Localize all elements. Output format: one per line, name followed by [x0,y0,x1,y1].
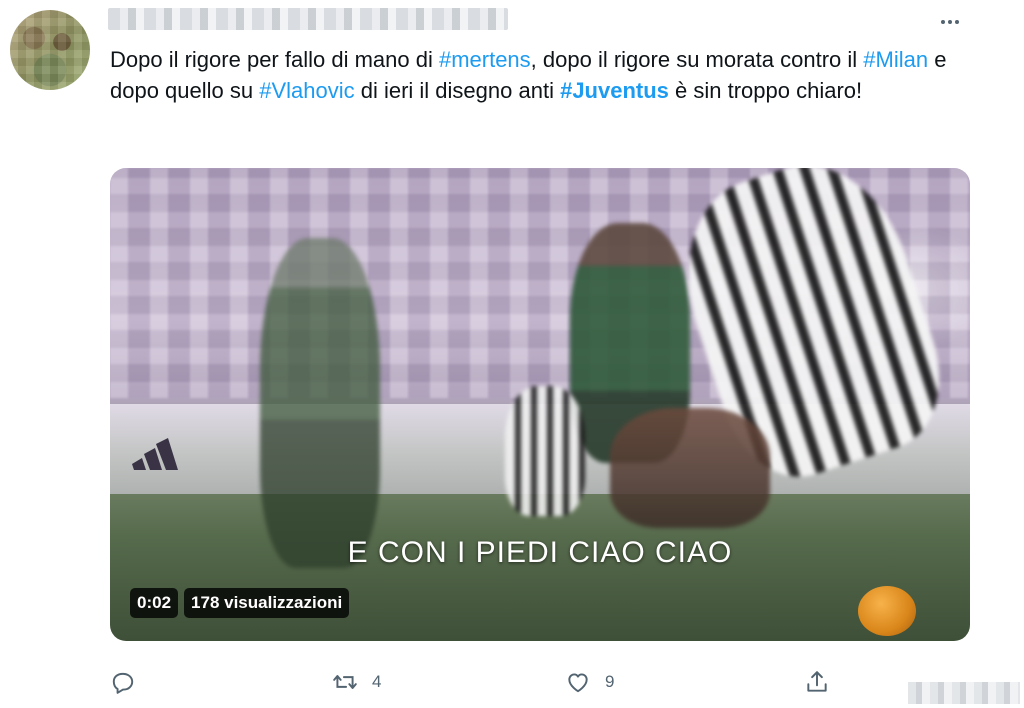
like-icon [568,673,588,693]
hashtag-mertens[interactable]: #mertens [439,47,531,72]
video-player-figure [505,386,585,516]
watermark-blurred [908,682,1020,704]
more-options-icon[interactable] [936,12,964,32]
tweet-text-part: , dopo il rigore su morata contro il [530,47,864,72]
video-ball [858,586,916,636]
video-player-figure [260,238,380,568]
retweet-icon [333,675,357,689]
retweet-count: 4 [372,672,382,691]
tweet-text: Dopo il rigore per fallo di mano di #mer… [110,44,990,106]
tweet-actions: 4 9 [110,664,990,700]
tweet-text-part: Dopo il rigore per fallo di mano di [110,47,439,72]
video-views-badge: 178 visualizzazioni [184,588,350,618]
video-caption: E CON I PIEDI CIAO CIAO [347,536,733,569]
share-icon [807,671,827,692]
video-badges: 0:02 178 visualizzazioni [130,588,350,618]
tweet-text-part: di ieri il disegno anti [354,78,561,103]
adidas-logo-icon [132,438,178,470]
hashtag-vlahovic[interactable]: #Vlahovic [259,78,354,103]
reply-icon [112,672,134,694]
hashtag-milan[interactable]: #Milan [863,47,928,72]
video-duration-badge: 0:02 [130,588,179,618]
hashtag-juventus[interactable]: #Juventus [560,78,669,103]
reply-button[interactable] [110,664,150,700]
tweet-text-part: è sin troppo chiaro! [668,78,863,103]
video-player-figure [610,408,770,528]
like-count: 9 [605,672,615,691]
avatar[interactable] [10,10,90,90]
video-player[interactable]: E CON I PIEDI CIAO CIAO 0:02 178 visuali… [110,168,970,641]
like-button[interactable]: 9 [565,664,614,700]
tweet-card: Dopo il rigore per fallo di mano di #mer… [0,0,1024,708]
share-button[interactable] [804,664,844,700]
author-header-blurred [108,8,508,30]
retweet-button[interactable]: 4 [332,664,381,700]
